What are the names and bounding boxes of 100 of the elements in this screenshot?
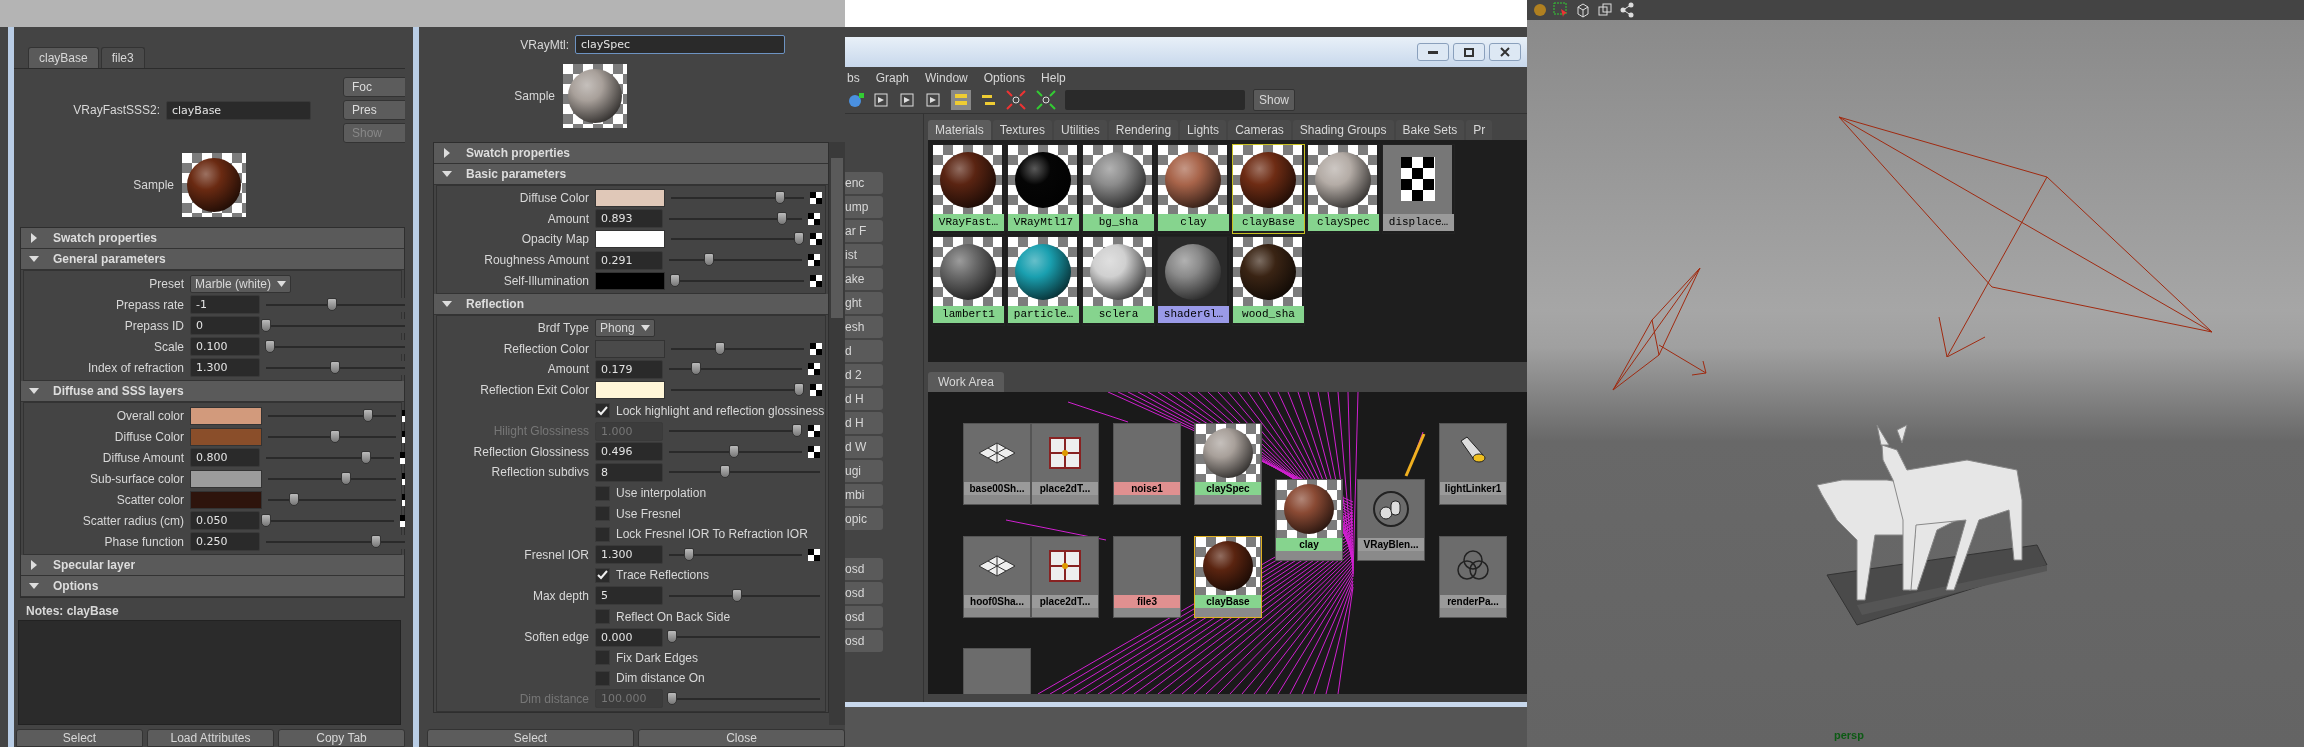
checkbox[interactable] xyxy=(595,609,610,625)
number-field[interactable]: 0.250 xyxy=(190,532,260,551)
list-item[interactable]: ake xyxy=(845,268,883,290)
sphere-icon[interactable] xyxy=(847,91,865,109)
list-item[interactable]: ugi xyxy=(845,460,883,482)
slider-thumb[interactable] xyxy=(329,360,340,374)
number-field[interactable]: 0.000 xyxy=(595,627,663,647)
texture-map-icon[interactable] xyxy=(808,445,820,458)
slider-thumb[interactable] xyxy=(362,408,373,422)
number-field[interactable]: -1 xyxy=(190,295,260,314)
tab[interactable]: clayBase xyxy=(28,47,99,68)
material-tile[interactable]: VRayFast… xyxy=(932,144,1005,234)
checkbox[interactable] xyxy=(595,670,610,686)
list-item[interactable]: ist xyxy=(845,244,883,266)
texture-map-icon[interactable] xyxy=(808,363,820,376)
graph-node[interactable]: hoof0Sha... xyxy=(963,536,1031,618)
slider-thumb[interactable] xyxy=(261,513,271,527)
expand-triangle-icon[interactable] xyxy=(442,148,452,158)
node-name-field[interactable]: clayBase xyxy=(166,100,311,120)
number-field[interactable]: 0.291 xyxy=(595,250,663,270)
graph-node[interactable] xyxy=(963,648,1031,694)
texture-map-icon[interactable] xyxy=(808,212,820,225)
slider-thumb[interactable] xyxy=(670,273,680,287)
footer-button[interactable]: Copy Tab xyxy=(278,729,405,747)
checkbox[interactable] xyxy=(595,526,610,542)
tab[interactable]: file3 xyxy=(100,47,145,68)
section-header[interactable]: Options xyxy=(21,576,404,597)
slider-thumb[interactable] xyxy=(370,534,381,548)
slider-thumb[interactable] xyxy=(261,318,271,332)
material-tile[interactable]: sclera xyxy=(1082,236,1155,326)
section-header[interactable]: Specular layer xyxy=(21,555,404,576)
minimize-button[interactable] xyxy=(1417,43,1449,61)
slider-thumb[interactable] xyxy=(703,253,714,267)
list-item[interactable]: d H xyxy=(845,388,883,410)
color-swatch[interactable] xyxy=(595,271,665,290)
slider-thumb[interactable] xyxy=(731,589,742,602)
collapse-triangle-icon[interactable] xyxy=(29,581,39,591)
section-header[interactable]: Swatch properties xyxy=(434,143,828,164)
material-tile[interactable]: claySpec xyxy=(1307,144,1380,234)
graph-node[interactable]: clay xyxy=(1275,479,1343,561)
material-tile[interactable]: bg_sha xyxy=(1082,144,1155,234)
slider-thumb[interactable] xyxy=(329,429,340,443)
tab[interactable]: Pr xyxy=(1466,120,1493,140)
list-item[interactable]: enc xyxy=(845,172,883,194)
sphere-icon[interactable] xyxy=(1533,3,1547,17)
expand-triangle-icon[interactable] xyxy=(29,560,39,570)
slider-thumb[interactable] xyxy=(265,339,276,353)
expand-arrows-icon[interactable] xyxy=(1005,89,1027,111)
color-swatch[interactable] xyxy=(190,427,262,446)
list-item[interactable]: d 2 xyxy=(845,364,883,386)
checkbox[interactable] xyxy=(595,403,610,419)
list-item[interactable]: d xyxy=(845,340,883,362)
color-swatch[interactable] xyxy=(595,189,665,208)
tab[interactable]: Shading Groups xyxy=(1292,120,1394,140)
graph-node[interactable]: VRayBlen... xyxy=(1357,479,1425,561)
copy-icon[interactable] xyxy=(1597,2,1613,18)
checkbox[interactable] xyxy=(595,485,610,501)
slider-thumb[interactable] xyxy=(288,492,299,506)
slider-thumb[interactable] xyxy=(341,471,352,485)
section-header[interactable]: General parameters xyxy=(21,249,404,270)
texture-map-icon[interactable] xyxy=(808,548,820,561)
number-field[interactable]: 0.893 xyxy=(595,209,663,229)
material-tile[interactable]: shaderGl… xyxy=(1157,236,1230,326)
list-item[interactable]: osd xyxy=(845,630,883,652)
list-item[interactable]: d W xyxy=(845,436,883,458)
slider-thumb[interactable] xyxy=(793,232,804,246)
side-button[interactable]: Pres xyxy=(343,100,405,120)
number-field[interactable]: 0 xyxy=(190,316,260,335)
footer-button[interactable]: Close xyxy=(638,729,845,747)
dropdown[interactable]: Phong xyxy=(595,319,655,338)
material-tile[interactable]: wood_sha xyxy=(1232,236,1305,326)
menu-item[interactable]: Graph xyxy=(875,71,910,87)
list-item[interactable]: opic xyxy=(845,508,883,530)
number-field[interactable]: 0.496 xyxy=(595,442,663,462)
graph-node[interactable]: claySpec xyxy=(1194,423,1262,505)
texture-map-icon[interactable] xyxy=(810,384,822,397)
menu-item[interactable]: Window xyxy=(925,71,968,87)
list-item[interactable]: osd xyxy=(845,558,883,580)
graph-node[interactable]: place2dT... xyxy=(1031,423,1099,505)
graph-node[interactable]: base00Sh... xyxy=(963,423,1031,505)
list-item[interactable]: mbi xyxy=(845,484,883,506)
tab[interactable]: Textures xyxy=(992,120,1053,140)
slider-thumb[interactable] xyxy=(690,362,701,376)
tab[interactable]: Cameras xyxy=(1228,120,1291,140)
color-swatch[interactable] xyxy=(190,406,262,425)
slider-thumb[interactable] xyxy=(729,444,740,458)
tab[interactable]: Rendering xyxy=(1108,120,1179,140)
checkbox[interactable] xyxy=(595,506,610,522)
cube-icon[interactable] xyxy=(1575,2,1591,18)
number-field[interactable]: 1.300 xyxy=(190,358,260,377)
number-field[interactable]: 1.300 xyxy=(595,545,663,565)
material-tile[interactable]: clayBase xyxy=(1232,144,1305,234)
tab[interactable]: Work Area xyxy=(928,372,1004,392)
slider-thumb[interactable] xyxy=(683,547,694,561)
graph-node[interactable]: place2dT... xyxy=(1031,536,1099,618)
collapse-triangle-icon[interactable] xyxy=(442,169,452,179)
number-field[interactable]: 5 xyxy=(595,586,663,606)
material-tile[interactable]: clay xyxy=(1157,144,1230,234)
section-header[interactable]: Reflection xyxy=(434,293,828,315)
node-name-field[interactable]: claySpec xyxy=(575,35,785,54)
